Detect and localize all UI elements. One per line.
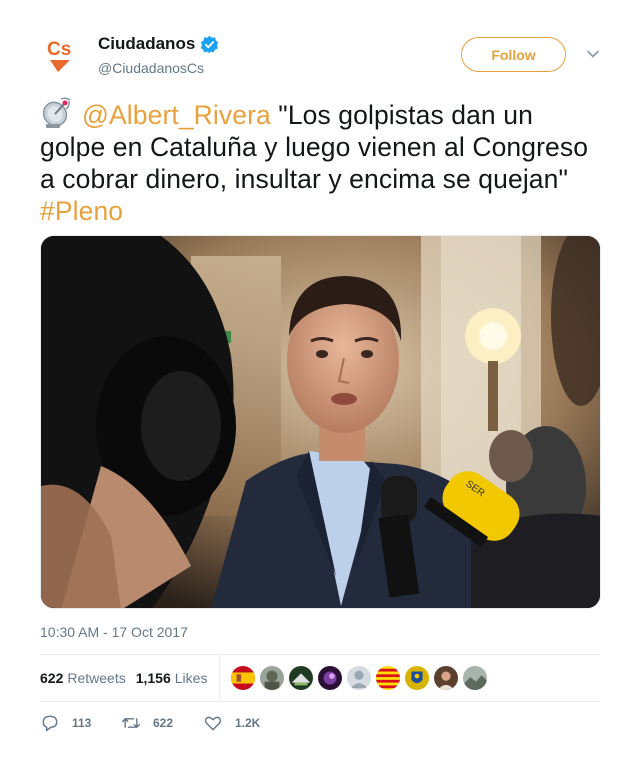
- retweet-button[interactable]: 622: [121, 713, 203, 733]
- svg-text:Cs: Cs: [47, 39, 71, 60]
- retweets-label: Retweets: [67, 670, 126, 686]
- coat-of-arms-avatar[interactable]: [404, 665, 431, 691]
- action-bar: 113 622 1.2K: [40, 710, 260, 736]
- tweet-text: @Albert_Rivera "Los golpistas dan un gol…: [40, 96, 605, 227]
- hashtag-link[interactable]: #Pleno: [40, 196, 123, 226]
- like-count: 1.2K: [235, 716, 261, 730]
- spain-flag-avatar[interactable]: [230, 665, 257, 691]
- reply-count: 113: [72, 716, 92, 730]
- ciudadanos-logo[interactable]: Cs: [46, 36, 82, 74]
- likes-stat[interactable]: 1,156 Likes: [136, 670, 208, 686]
- account-handle[interactable]: @CiudadanosCs: [98, 60, 204, 76]
- catalonia-flag-avatar[interactable]: [375, 665, 402, 691]
- retweet-icon: [121, 718, 141, 728]
- divider: [40, 701, 600, 702]
- soldier-avatar[interactable]: [259, 665, 286, 691]
- mention-link[interactable]: @Albert_Rivera: [82, 100, 271, 130]
- follow-button[interactable]: Follow: [461, 37, 566, 72]
- name-row: Ciudadanos: [98, 34, 219, 54]
- liker-avatars: [230, 665, 491, 691]
- verified-badge-icon: [201, 35, 219, 53]
- likes-count: 1,156: [135, 670, 171, 686]
- chevron-down-icon[interactable]: [586, 47, 600, 61]
- reply-icon: [42, 715, 58, 732]
- tweet-photo[interactable]: SER: [40, 235, 601, 609]
- likes-label: Likes: [174, 670, 208, 686]
- retweet-count: 622: [153, 716, 174, 730]
- like-button[interactable]: 1.2K: [203, 713, 260, 733]
- heart-icon: [204, 716, 222, 731]
- person-portrait-avatar[interactable]: [433, 665, 460, 691]
- retweets-stat[interactable]: 622 Retweets: [40, 670, 126, 686]
- satellite-antenna-icon: [42, 97, 71, 128]
- tweet-header: Cs Ciudadanos @CiudadanosCs Follow: [40, 30, 600, 80]
- stats-separator: [219, 655, 221, 701]
- press-photo: SER: [41, 236, 600, 608]
- dark-green-avatar[interactable]: [288, 665, 315, 691]
- retweets-count: 622: [40, 670, 64, 686]
- tweet-timestamp[interactable]: 10:30 AM - 17 Oct 2017: [40, 624, 188, 640]
- landscape-avatar[interactable]: [462, 665, 489, 691]
- display-name[interactable]: Ciudadanos: [98, 34, 195, 54]
- engagement-stats: 622 Retweets 1,156 Likes: [40, 655, 600, 701]
- purple-avatar[interactable]: [317, 665, 344, 691]
- default-gray-avatar[interactable]: [346, 665, 373, 691]
- reply-button[interactable]: 113: [40, 713, 121, 733]
